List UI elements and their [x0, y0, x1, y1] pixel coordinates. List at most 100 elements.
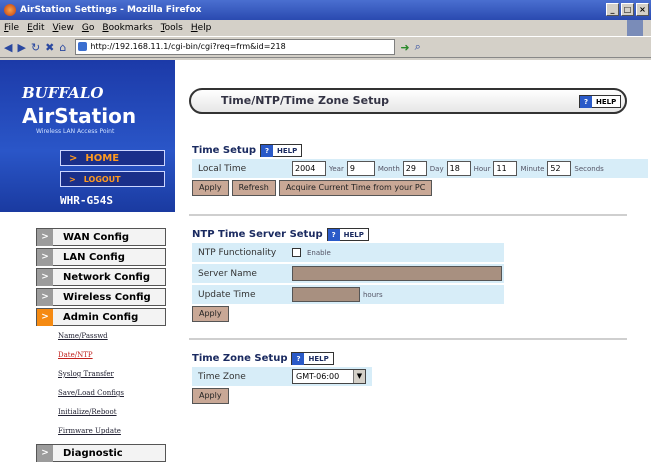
sidebar-item-label: Diagnostic: [63, 447, 123, 459]
stop-icon[interactable]: ✖: [45, 41, 54, 54]
server-name-field[interactable]: [292, 266, 502, 281]
sidebar-item-wan-config[interactable]: > WAN Config: [36, 228, 166, 246]
menu-go[interactable]: Go: [82, 23, 95, 33]
address-bar[interactable]: http://192.168.11.1/cgi-bin/cgi?req=frm&…: [75, 39, 396, 55]
sidebar-item-network-config[interactable]: > Network Config: [36, 268, 166, 286]
go-icon[interactable]: ➜: [400, 41, 409, 54]
subitem-initialize-reboot[interactable]: Initialize/Reboot: [58, 408, 166, 421]
timezone-row: Time Zone GMT-06:00 ▼: [192, 367, 372, 386]
ntp-functionality-row: NTP Functionality Enable: [192, 243, 504, 262]
update-time-unit: hours: [363, 290, 383, 299]
timezone-help-button[interactable]: ? HELP: [291, 352, 334, 365]
subitem-date-ntp[interactable]: Date/NTP: [58, 351, 166, 364]
window-title: AirStation Settings - Mozilla Firefox: [20, 5, 202, 15]
firefox-icon: [4, 4, 16, 16]
close-button[interactable]: ×: [636, 3, 649, 16]
sidebar: BUFFALO AirStation Wireless LAN Access P…: [0, 60, 175, 464]
reload-icon[interactable]: ↻: [31, 41, 40, 54]
tab-marker-icon: >: [37, 288, 53, 306]
time-setup-section: Time Setup ? HELP Local Time Year Month …: [192, 144, 648, 196]
menu-tools[interactable]: Tools: [161, 23, 183, 33]
ntp-functionality-label: NTP Functionality: [198, 247, 277, 258]
sidebar-item-label: LAN Config: [63, 251, 125, 263]
year-field[interactable]: [292, 161, 326, 176]
time-apply-button[interactable]: Apply: [192, 180, 229, 196]
local-time-label: Local Time: [198, 163, 247, 174]
update-time-field[interactable]: [292, 287, 360, 302]
logout-button[interactable]: > LOGOUT: [60, 171, 165, 187]
help-label: HELP: [276, 146, 298, 155]
day-unit: Day: [429, 164, 444, 173]
menu-file[interactable]: File: [4, 23, 19, 33]
navigation-toolbar: ◀ ▶ ↻ ✖ ⌂ http://192.168.11.1/cgi-bin/cg…: [0, 36, 651, 58]
brand-panel: BUFFALO AirStation Wireless LAN Access P…: [0, 60, 175, 212]
sidebar-menu: > WAN Config > LAN Config > Network Conf…: [36, 228, 166, 464]
chevron-down-icon[interactable]: ▼: [353, 370, 365, 383]
tab-marker-icon: >: [37, 228, 53, 246]
maximize-button[interactable]: □: [621, 3, 634, 16]
page-content: BUFFALO AirStation Wireless LAN Access P…: [0, 60, 651, 464]
hour-unit: Hour: [473, 164, 491, 173]
forward-icon[interactable]: ▶: [17, 41, 25, 54]
tab-marker-icon: >: [37, 308, 53, 326]
help-icon: ?: [260, 144, 273, 157]
help-icon: ?: [580, 95, 592, 108]
ntp-setup-heading: NTP Time Server Setup: [192, 229, 323, 240]
server-name-label: Server Name: [198, 268, 257, 279]
search-icon[interactable]: ⌕: [415, 40, 421, 54]
ntp-help-button[interactable]: ? HELP: [326, 228, 369, 241]
ntp-enable-label: Enable: [307, 248, 331, 257]
month-field[interactable]: [346, 161, 375, 176]
logout-label: LOGOUT: [83, 174, 121, 184]
sidebar-item-diagnostic[interactable]: > Diagnostic: [36, 444, 166, 462]
time-setup-help-button[interactable]: ? HELP: [259, 144, 303, 157]
sidebar-item-label: Admin Config: [63, 311, 139, 323]
ntp-enable-checkbox[interactable]: [292, 248, 301, 257]
home-icon[interactable]: ⌂: [59, 41, 66, 54]
address-url: http://192.168.11.1/cgi-bin/cgi?req=frm&…: [90, 42, 286, 51]
time-refresh-button[interactable]: Refresh: [231, 180, 276, 196]
sidebar-item-lan-config[interactable]: > LAN Config: [36, 248, 166, 266]
section-divider: [189, 338, 627, 340]
minimize-button[interactable]: _: [606, 3, 619, 16]
acquire-pc-time-button[interactable]: Acquire Current Time from your PC: [278, 180, 433, 196]
sidebar-item-wireless-config[interactable]: > Wireless Config: [36, 288, 166, 306]
sidebar-item-admin-config[interactable]: > Admin Config: [36, 308, 166, 326]
buffalo-logo: BUFFALO: [22, 84, 104, 102]
subitem-save-load-configs[interactable]: Save/Load Configs: [58, 389, 166, 402]
day-field[interactable]: [402, 161, 427, 176]
back-icon[interactable]: ◀: [4, 41, 12, 54]
time-setup-heading: Time Setup: [192, 145, 256, 156]
local-time-row: Local Time Year Month Day Hour Minute Se…: [192, 159, 648, 178]
ntp-apply-button[interactable]: Apply: [192, 306, 229, 322]
subitem-syslog-transfer[interactable]: Syslog Transfer: [58, 370, 166, 383]
tab-marker-icon: >: [37, 248, 53, 266]
subitem-firmware-update[interactable]: Firmware Update: [58, 427, 166, 440]
timezone-apply-button[interactable]: Apply: [192, 388, 229, 404]
menu-edit[interactable]: Edit: [27, 23, 44, 33]
page-help-button[interactable]: ? HELP: [579, 95, 622, 108]
help-label: HELP: [308, 354, 329, 363]
product-tagline: Wireless LAN Access Point: [36, 128, 115, 135]
subitem-name-passwd[interactable]: Name/Passwd: [58, 332, 166, 345]
home-button[interactable]: > HOME: [60, 150, 165, 166]
section-divider: [189, 214, 627, 216]
menu-bar: File Edit View Go Bookmarks Tools Help: [0, 20, 651, 36]
menu-help[interactable]: Help: [191, 23, 212, 33]
arrow-right-icon: >: [69, 174, 76, 184]
timezone-section: Time Zone Setup ? HELP Time Zone GMT-06:…: [192, 352, 372, 404]
minute-unit: Minute: [520, 164, 545, 173]
throbber-icon: [627, 20, 643, 36]
second-field[interactable]: [547, 161, 572, 176]
ntp-setup-section: NTP Time Server Setup ? HELP NTP Functio…: [192, 228, 504, 322]
window-titlebar: AirStation Settings - Mozilla Firefox _ …: [0, 0, 651, 20]
minute-field[interactable]: [493, 161, 518, 176]
timezone-select[interactable]: GMT-06:00 ▼: [292, 369, 366, 384]
sidebar-item-label: WAN Config: [63, 231, 130, 243]
timezone-label: Time Zone: [198, 371, 246, 382]
menu-bookmarks[interactable]: Bookmarks: [102, 23, 152, 33]
hour-field[interactable]: [446, 161, 471, 176]
home-label: HOME: [85, 152, 120, 164]
menu-view[interactable]: View: [53, 23, 74, 33]
update-time-label: Update Time: [198, 289, 256, 300]
